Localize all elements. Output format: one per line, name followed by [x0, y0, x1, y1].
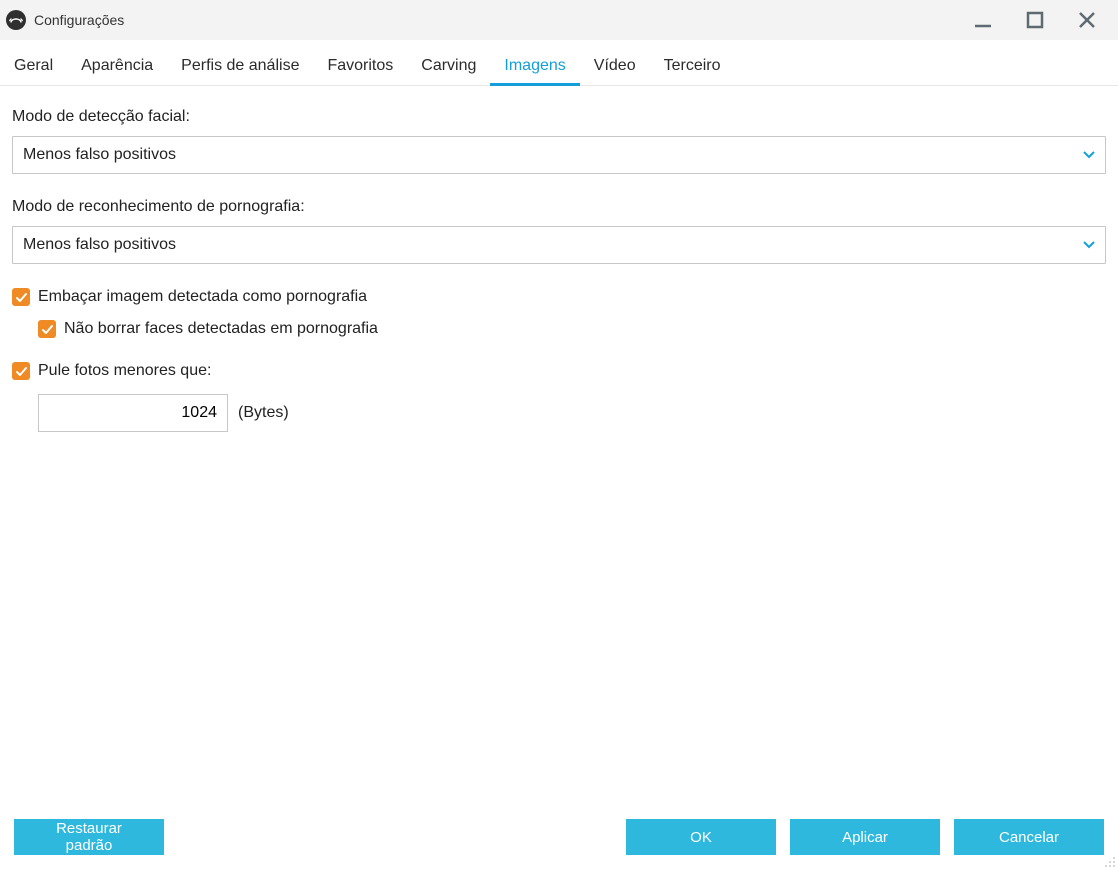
chevron-down-icon [1083, 241, 1095, 249]
restore-default-button[interactable]: Restaurar padrão [14, 819, 164, 855]
porn-recognition-label: Modo de reconhecimento de pornografia: [12, 198, 1106, 216]
tab-carving[interactable]: Carving [407, 47, 490, 85]
footer: Restaurar padrão OK Aplicar Cancelar [0, 807, 1118, 875]
porn-recognition-select[interactable]: Menos falso positivos [12, 226, 1106, 264]
chevron-down-icon [1083, 151, 1095, 159]
facial-detection-value: Menos falso positivos [23, 146, 176, 164]
titlebar: Configurações [0, 0, 1118, 40]
maximize-button[interactable] [1022, 7, 1048, 33]
window-controls [970, 7, 1110, 33]
dont-blur-faces-checkbox[interactable] [38, 320, 56, 338]
porn-recognition-value: Menos falso positivos [23, 236, 176, 254]
blur-porn-label: Embaçar imagem detectada como pornografi… [38, 288, 367, 306]
tab-aparencia[interactable]: Aparência [67, 47, 167, 85]
ok-button[interactable]: OK [626, 819, 776, 855]
tab-perfis-analise[interactable]: Perfis de análise [167, 47, 313, 85]
skip-small-label: Pule fotos menores que: [38, 362, 211, 380]
skip-small-input-row: (Bytes) [38, 394, 1106, 432]
tab-video[interactable]: Vídeo [580, 47, 650, 85]
blur-porn-row: Embaçar imagem detectada como pornografi… [12, 288, 1106, 306]
settings-window: Configurações Geral Aparência Perfis de … [0, 0, 1118, 875]
apply-button[interactable]: Aplicar [790, 819, 940, 855]
skip-small-input[interactable] [38, 394, 228, 432]
tab-favoritos[interactable]: Favoritos [313, 47, 407, 85]
blur-porn-checkbox[interactable] [12, 288, 30, 306]
cancel-button[interactable]: Cancelar [954, 819, 1104, 855]
resize-grip-icon[interactable] [1104, 855, 1116, 873]
content-area: Modo de detecção facial: Menos falso pos… [0, 86, 1118, 807]
tab-bar: Geral Aparência Perfis de análise Favori… [0, 40, 1118, 86]
minimize-button[interactable] [970, 7, 996, 33]
tab-terceiro[interactable]: Terceiro [650, 47, 735, 85]
skip-small-checkbox[interactable] [12, 362, 30, 380]
facial-detection-select[interactable]: Menos falso positivos [12, 136, 1106, 174]
skip-small-row: Pule fotos menores que: [12, 362, 1106, 380]
close-button[interactable] [1074, 7, 1100, 33]
app-icon [6, 10, 26, 30]
window-title: Configurações [34, 12, 970, 28]
facial-detection-label: Modo de detecção facial: [12, 108, 1106, 126]
tab-geral[interactable]: Geral [0, 47, 67, 85]
dont-blur-faces-row: Não borrar faces detectadas em pornograf… [38, 320, 1106, 338]
skip-small-unit: (Bytes) [238, 404, 289, 422]
dont-blur-faces-label: Não borrar faces detectadas em pornograf… [64, 320, 378, 338]
tab-imagens[interactable]: Imagens [490, 47, 579, 85]
